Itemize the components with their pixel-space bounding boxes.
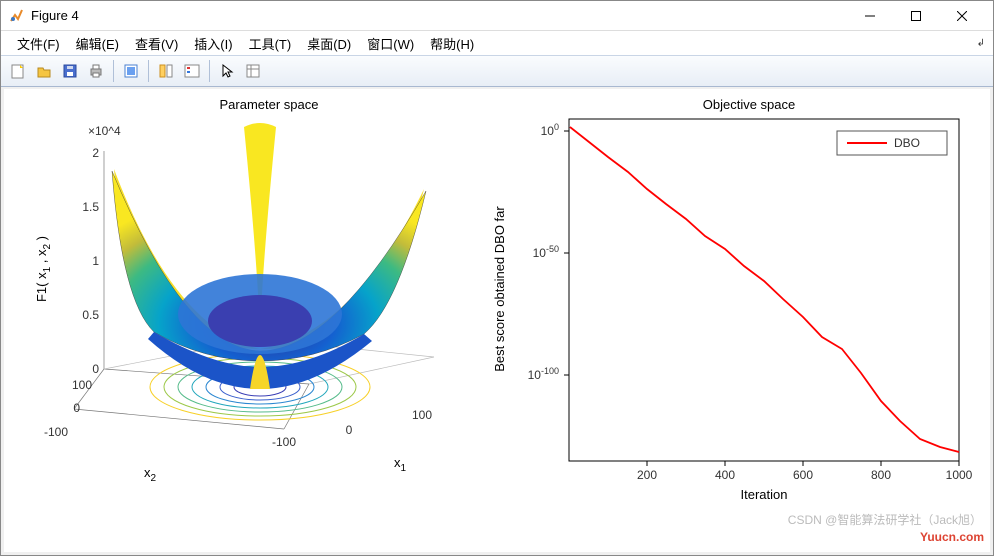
svg-text:200: 200 [637, 468, 657, 482]
svg-text:100: 100 [412, 408, 432, 422]
right-xlabel: Iteration [741, 487, 788, 502]
menu-tools[interactable]: 工具(T) [241, 32, 300, 55]
menu-desktop[interactable]: 桌面(D) [299, 32, 359, 55]
svg-text:0.5: 0.5 [82, 308, 99, 322]
svg-text:x2: x2 [144, 465, 157, 484]
legend-button[interactable] [180, 59, 204, 83]
menu-view[interactable]: 查看(V) [127, 32, 186, 55]
left-title: Parameter space [220, 97, 319, 112]
open-button[interactable] [32, 59, 56, 83]
menu-file[interactable]: 文件(F) [9, 32, 68, 55]
svg-text:DBO: DBO [894, 136, 920, 150]
menu-window[interactable]: 窗口(W) [359, 32, 422, 55]
svg-text:0: 0 [346, 423, 353, 437]
svg-text:1: 1 [92, 254, 99, 268]
svg-text:1000: 1000 [946, 468, 973, 482]
link-button[interactable] [119, 59, 143, 83]
print-button[interactable] [84, 59, 108, 83]
pointer-button[interactable] [215, 59, 239, 83]
svg-text:2: 2 [92, 146, 99, 160]
axes-canvas[interactable]: Parameter space ×10^4 0 [4, 89, 990, 552]
tile-button[interactable] [154, 59, 178, 83]
close-button[interactable] [939, 1, 985, 31]
maximize-button[interactable] [893, 1, 939, 31]
svg-text:×10^4: ×10^4 [88, 124, 121, 138]
svg-text:600: 600 [793, 468, 813, 482]
svg-text:100: 100 [541, 122, 559, 138]
svg-text:400: 400 [715, 468, 735, 482]
legend[interactable]: DBO [837, 131, 947, 155]
svg-text:10-50: 10-50 [533, 244, 559, 260]
figure-area: Parameter space ×10^4 0 [1, 87, 993, 555]
menu-bar: 文件(F) 编辑(E) 查看(V) 插入(I) 工具(T) 桌面(D) 窗口(W… [1, 31, 993, 55]
new-figure-button[interactable] [6, 59, 30, 83]
svg-text:100: 100 [72, 378, 92, 392]
menu-insert[interactable]: 插入(I) [186, 32, 240, 55]
insert-button[interactable] [241, 59, 265, 83]
svg-text:F1( x1 , x2 ): F1( x1 , x2 ) [34, 236, 53, 302]
window-title: Figure 4 [31, 8, 79, 23]
menu-edit[interactable]: 编辑(E) [68, 32, 127, 55]
matlab-icon [9, 8, 25, 24]
menu-help[interactable]: 帮助(H) [422, 32, 482, 55]
svg-text:0: 0 [92, 362, 99, 376]
save-button[interactable] [58, 59, 82, 83]
svg-text:1.5: 1.5 [82, 200, 99, 214]
svg-text:800: 800 [871, 468, 891, 482]
right-ylabel: Best score obtained DBO far [492, 206, 507, 372]
right-title: Objective space [703, 97, 796, 112]
parameter-space-axes: Parameter space ×10^4 0 [34, 97, 434, 484]
svg-text:x1: x1 [394, 455, 407, 474]
menu-overflow-icon[interactable]: ↲ [977, 38, 985, 49]
minimize-button[interactable] [847, 1, 893, 31]
svg-text:0: 0 [73, 401, 80, 415]
svg-text:-100: -100 [44, 425, 68, 439]
svg-text:-100: -100 [272, 435, 296, 449]
svg-text:10-100: 10-100 [528, 366, 559, 382]
toolbar [1, 55, 993, 87]
objective-space-axes: Objective space 100 10-50 10-100 [492, 97, 973, 502]
title-bar: Figure 4 [1, 1, 993, 31]
